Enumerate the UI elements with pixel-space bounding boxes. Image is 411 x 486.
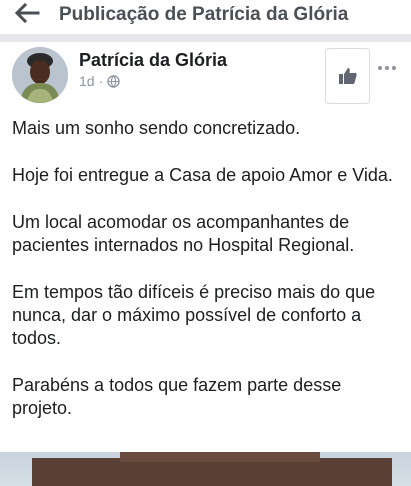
page-title: Publicação de Patrícia da Glória: [59, 4, 349, 25]
more-dot: [392, 66, 396, 70]
more-dot: [385, 66, 389, 70]
post-meta: 1d ·: [79, 73, 120, 89]
globe-icon: [107, 74, 120, 88]
arrow-left-icon: [14, 2, 40, 24]
post-paragraph: Mais um sonho sendo concretizado.: [12, 118, 301, 138]
divider: [0, 34, 411, 42]
more-horizontal-icon: [378, 66, 382, 70]
author-name[interactable]: Patrícia da Glória: [79, 50, 227, 71]
roof-top-shape: [120, 452, 320, 462]
back-button[interactable]: [14, 2, 40, 24]
post-paragraph: Um local acomodar os acompanhantes de pa…: [12, 212, 355, 255]
avatar[interactable]: [12, 47, 68, 103]
post-paragraph: Hoje foi entregue a Casa de apoio Amor e…: [12, 165, 393, 185]
thumbs-up-icon: [338, 68, 357, 84]
post-image[interactable]: [0, 452, 411, 486]
like-button[interactable]: [325, 48, 370, 104]
post-time[interactable]: 1d: [79, 73, 95, 89]
avatar-image: [12, 47, 68, 103]
post-paragraph: Em tempos tão difíceis é preciso mais do…: [12, 282, 376, 348]
separator-dot: ·: [98, 73, 104, 89]
post-header: Patrícia da Glória 1d ·: [0, 42, 411, 110]
post-paragraph: Parabéns a todos que fazem parte desse p…: [12, 375, 342, 418]
roof-shape: [32, 458, 392, 486]
post-body: Mais um sonho sendo concretizado. Hoje f…: [12, 117, 404, 444]
more-options-button[interactable]: [374, 60, 400, 76]
top-bar: Publicação de Patrícia da Glória: [0, 0, 411, 34]
